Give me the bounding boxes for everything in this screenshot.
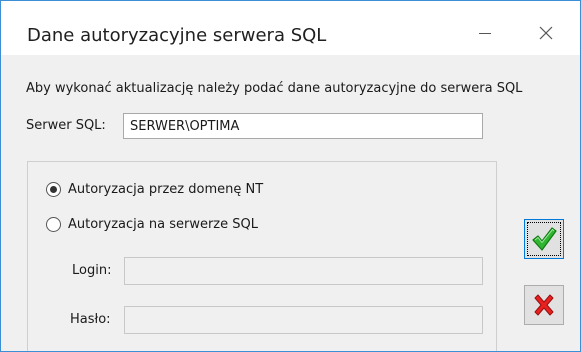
password-field[interactable]: [124, 306, 483, 334]
server-input[interactable]: [123, 113, 483, 139]
focus-rectangle: [527, 222, 561, 256]
login-label: Login:: [72, 263, 112, 278]
login-field[interactable]: [124, 257, 483, 285]
close-icon: [539, 26, 553, 40]
minimize-icon: [479, 33, 491, 34]
radio-button-selected[interactable]: [46, 182, 61, 197]
cancel-button[interactable]: [524, 285, 564, 325]
red-x-icon: [534, 294, 554, 316]
title-bar: Dane autoryzacyjne serwera SQL: [1, 1, 580, 55]
description-text: Aby wykonać aktualizację należy podać da…: [26, 81, 523, 96]
radio-auth-nt-domain[interactable]: Autoryzacja przez domenę NT: [46, 182, 263, 197]
ok-button[interactable]: [524, 219, 564, 259]
window-title: Dane autoryzacyjne serwera SQL: [27, 25, 327, 46]
radio-label: Autoryzacja na serwerze SQL: [68, 217, 258, 232]
radio-label: Autoryzacja przez domenę NT: [68, 182, 264, 197]
server-label: Serwer SQL:: [26, 118, 106, 133]
dialog-window: Dane autoryzacyjne serwera SQL Aby wykon…: [0, 0, 581, 352]
minimize-button[interactable]: [467, 17, 503, 49]
password-label: Hasło:: [70, 312, 111, 327]
radio-button-unselected[interactable]: [46, 217, 61, 232]
radio-auth-sql-server[interactable]: Autoryzacja na serwerze SQL: [46, 217, 258, 232]
close-button[interactable]: [528, 17, 564, 49]
